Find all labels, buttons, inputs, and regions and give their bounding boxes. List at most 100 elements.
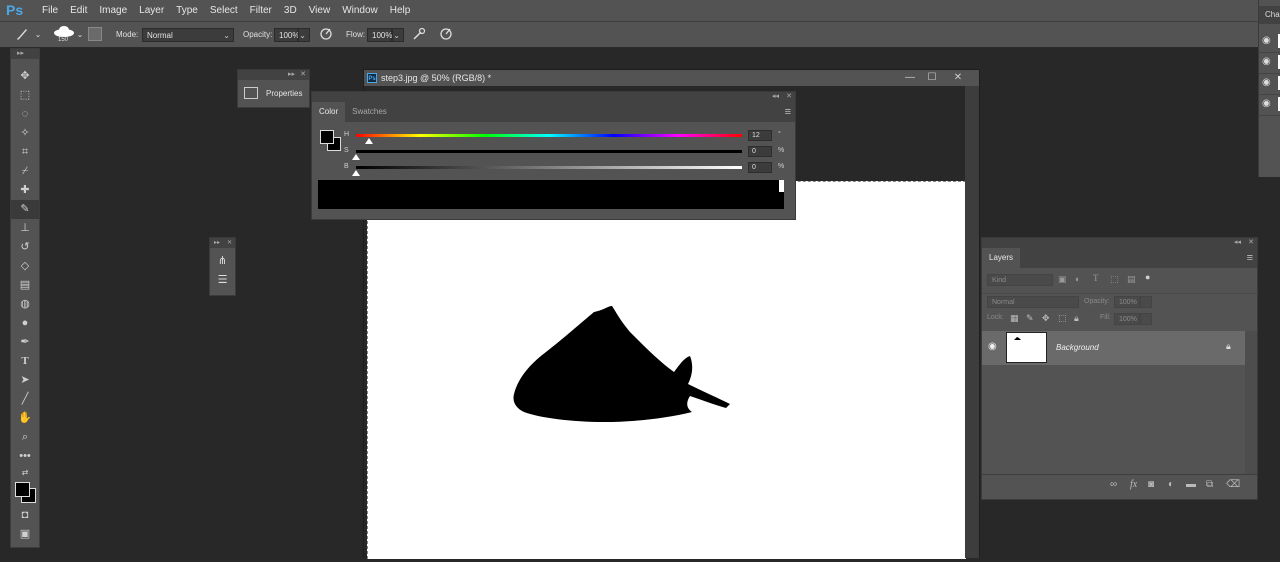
saturation-input[interactable]: 0 bbox=[748, 146, 772, 157]
collapse-icon[interactable]: ◂◂ bbox=[772, 92, 779, 102]
layer-style-fx-icon[interactable]: fx bbox=[1130, 479, 1137, 490]
tab-swatches[interactable]: Swatches bbox=[345, 102, 394, 122]
flow-input[interactable]: 100% bbox=[367, 28, 392, 42]
layer-opacity-dropdown[interactable] bbox=[1140, 296, 1152, 308]
brightness-slider-thumb[interactable] bbox=[352, 170, 360, 176]
properties-label[interactable]: Properties bbox=[266, 89, 302, 98]
fill-input[interactable]: 100% bbox=[1114, 313, 1140, 325]
layer-row[interactable]: ◉ Background 🔒︎ bbox=[982, 331, 1247, 365]
channel-row[interactable]: ◉ bbox=[1259, 32, 1280, 53]
opacity-dropdown[interactable]: ⌄ bbox=[298, 28, 310, 42]
tab-color[interactable]: Color bbox=[312, 102, 346, 122]
filter-smart-object-icon[interactable]: ▤ bbox=[1127, 274, 1136, 285]
saturation-slider-thumb[interactable] bbox=[352, 154, 360, 160]
hue-input[interactable]: 12 bbox=[748, 130, 772, 141]
menu-type[interactable]: Type bbox=[170, 0, 204, 22]
zoom-tool-icon[interactable]: ⌕ bbox=[11, 428, 39, 447]
visibility-eye-icon[interactable]: ◉ bbox=[1262, 77, 1271, 88]
menu-layer[interactable]: Layer bbox=[133, 0, 170, 22]
close-icon[interactable]: ✕ bbox=[786, 92, 792, 102]
close-icon[interactable]: ✕ bbox=[949, 70, 967, 86]
tab-layers[interactable]: Layers bbox=[982, 248, 1021, 268]
menu-window[interactable]: Window bbox=[336, 0, 384, 22]
channel-row[interactable]: ◉ bbox=[1259, 95, 1280, 116]
hue-slider-track[interactable] bbox=[356, 134, 742, 137]
new-group-icon[interactable]: ▬ bbox=[1186, 479, 1196, 490]
canvas[interactable] bbox=[367, 181, 966, 559]
brush-tool-icon[interactable] bbox=[14, 27, 30, 43]
healing-brush-tool-icon[interactable]: ✚ bbox=[11, 181, 39, 200]
opacity-input[interactable]: 100% bbox=[274, 28, 299, 42]
flow-dropdown[interactable]: ⌄ bbox=[392, 28, 404, 42]
move-tool-icon[interactable]: ✥ bbox=[11, 67, 39, 86]
saturation-slider-track[interactable] bbox=[356, 150, 742, 153]
menu-edit[interactable]: Edit bbox=[64, 0, 93, 22]
more-tools-icon[interactable]: ••• bbox=[11, 447, 39, 466]
filter-kind-select[interactable]: Kind bbox=[987, 274, 1053, 286]
close-icon[interactable]: ✕ bbox=[1248, 238, 1254, 248]
lock-transparent-pixels-icon[interactable]: ▦ bbox=[1010, 313, 1019, 324]
filter-shape-icon[interactable]: ⬚ bbox=[1110, 274, 1119, 285]
channel-row[interactable]: ◉ bbox=[1259, 53, 1280, 74]
collapse-icon[interactable]: ▸▸ bbox=[11, 49, 39, 59]
adjustments-icon[interactable]: ☰ bbox=[210, 273, 235, 286]
menu-select[interactable]: Select bbox=[204, 0, 244, 22]
close-icon[interactable]: ✕ bbox=[227, 238, 232, 248]
brightness-input[interactable]: 0 bbox=[748, 162, 772, 173]
foreground-color-swatch[interactable] bbox=[320, 130, 334, 144]
tab-channels[interactable]: Cha bbox=[1259, 6, 1280, 24]
tool-preset-chevron-icon[interactable]: ⌄ bbox=[30, 27, 46, 43]
clone-stamp-tool-icon[interactable]: ⊥ bbox=[11, 219, 39, 238]
menu-image[interactable]: Image bbox=[93, 0, 133, 22]
dodge-tool-icon[interactable]: ● bbox=[11, 314, 39, 333]
properties-icon[interactable] bbox=[244, 87, 258, 99]
brightness-slider-track[interactable] bbox=[356, 166, 742, 169]
screen-mode-icon[interactable]: ▣ bbox=[11, 525, 39, 544]
type-tool-icon[interactable]: T bbox=[11, 352, 39, 371]
brush-tool-icon[interactable]: ✎ bbox=[11, 200, 39, 219]
lock-artboard-icon[interactable]: ⬚ bbox=[1058, 313, 1067, 324]
eyedropper-tool-icon[interactable]: ⌿ bbox=[11, 162, 39, 181]
document-title-bar[interactable]: Ps step3.jpg @ 50% (RGB/8) * — ☐ ✕ bbox=[364, 70, 979, 86]
lock-position-icon[interactable]: ✥ bbox=[1042, 313, 1050, 324]
airbrush-icon[interactable] bbox=[411, 27, 427, 43]
quick-mask-icon[interactable]: ◘ bbox=[11, 506, 39, 525]
visibility-eye-icon[interactable]: ◉ bbox=[1262, 35, 1271, 46]
eraser-tool-icon[interactable]: ◇ bbox=[11, 257, 39, 276]
collapse-icon[interactable]: ▸▸ bbox=[214, 238, 220, 248]
menu-file[interactable]: File bbox=[36, 0, 64, 22]
collapse-icon[interactable]: ▸▸ bbox=[288, 70, 295, 80]
swap-colors-icon[interactable]: ⇄ bbox=[11, 466, 39, 480]
filter-toggle-icon[interactable]: ● bbox=[1145, 272, 1150, 282]
color-ramp[interactable] bbox=[318, 180, 784, 209]
panel-menu-icon[interactable]: ≡ bbox=[785, 102, 791, 122]
line-tool-icon[interactable]: ╱ bbox=[11, 390, 39, 409]
layer-name[interactable]: Background bbox=[1056, 343, 1099, 352]
filter-pixel-icon[interactable]: ▣ bbox=[1058, 274, 1067, 285]
pressure-size-icon[interactable] bbox=[438, 27, 454, 43]
menu-help[interactable]: Help bbox=[384, 0, 417, 22]
layer-lock-icon[interactable]: 🔒︎ bbox=[1226, 341, 1231, 352]
pen-tool-icon[interactable]: ✒ bbox=[11, 333, 39, 352]
lock-image-pixels-icon[interactable]: ✎ bbox=[1026, 313, 1034, 324]
magic-wand-tool-icon[interactable]: ✧ bbox=[11, 124, 39, 143]
hand-tool-icon[interactable]: ✋ bbox=[11, 409, 39, 428]
visibility-eye-icon[interactable]: ◉ bbox=[988, 341, 997, 352]
brush-settings-icon[interactable]: ⋔ bbox=[210, 254, 235, 267]
layer-opacity-input[interactable]: 100% bbox=[1114, 296, 1140, 308]
panel-menu-icon[interactable]: ≡ bbox=[1247, 248, 1253, 268]
layers-scrollbar[interactable] bbox=[1245, 331, 1257, 477]
lock-all-icon[interactable]: 🔒︎ bbox=[1074, 313, 1079, 324]
white-swatch[interactable] bbox=[779, 180, 784, 192]
foreground-color-swatch[interactable] bbox=[15, 482, 30, 497]
path-selection-tool-icon[interactable]: ➤ bbox=[11, 371, 39, 390]
minimize-icon[interactable]: — bbox=[901, 70, 919, 86]
channel-row[interactable]: ◉ bbox=[1259, 74, 1280, 95]
pressure-opacity-icon[interactable] bbox=[318, 27, 334, 43]
blur-tool-icon[interactable]: ◍ bbox=[11, 295, 39, 314]
new-layer-icon[interactable]: ⧉ bbox=[1206, 479, 1213, 490]
link-layers-icon[interactable]: ∞ bbox=[1110, 479, 1117, 490]
brush-preset-chevron-icon[interactable]: ⌄ bbox=[72, 27, 88, 43]
filter-type-icon[interactable]: T bbox=[1093, 273, 1099, 283]
vertical-scrollbar[interactable] bbox=[965, 86, 979, 558]
